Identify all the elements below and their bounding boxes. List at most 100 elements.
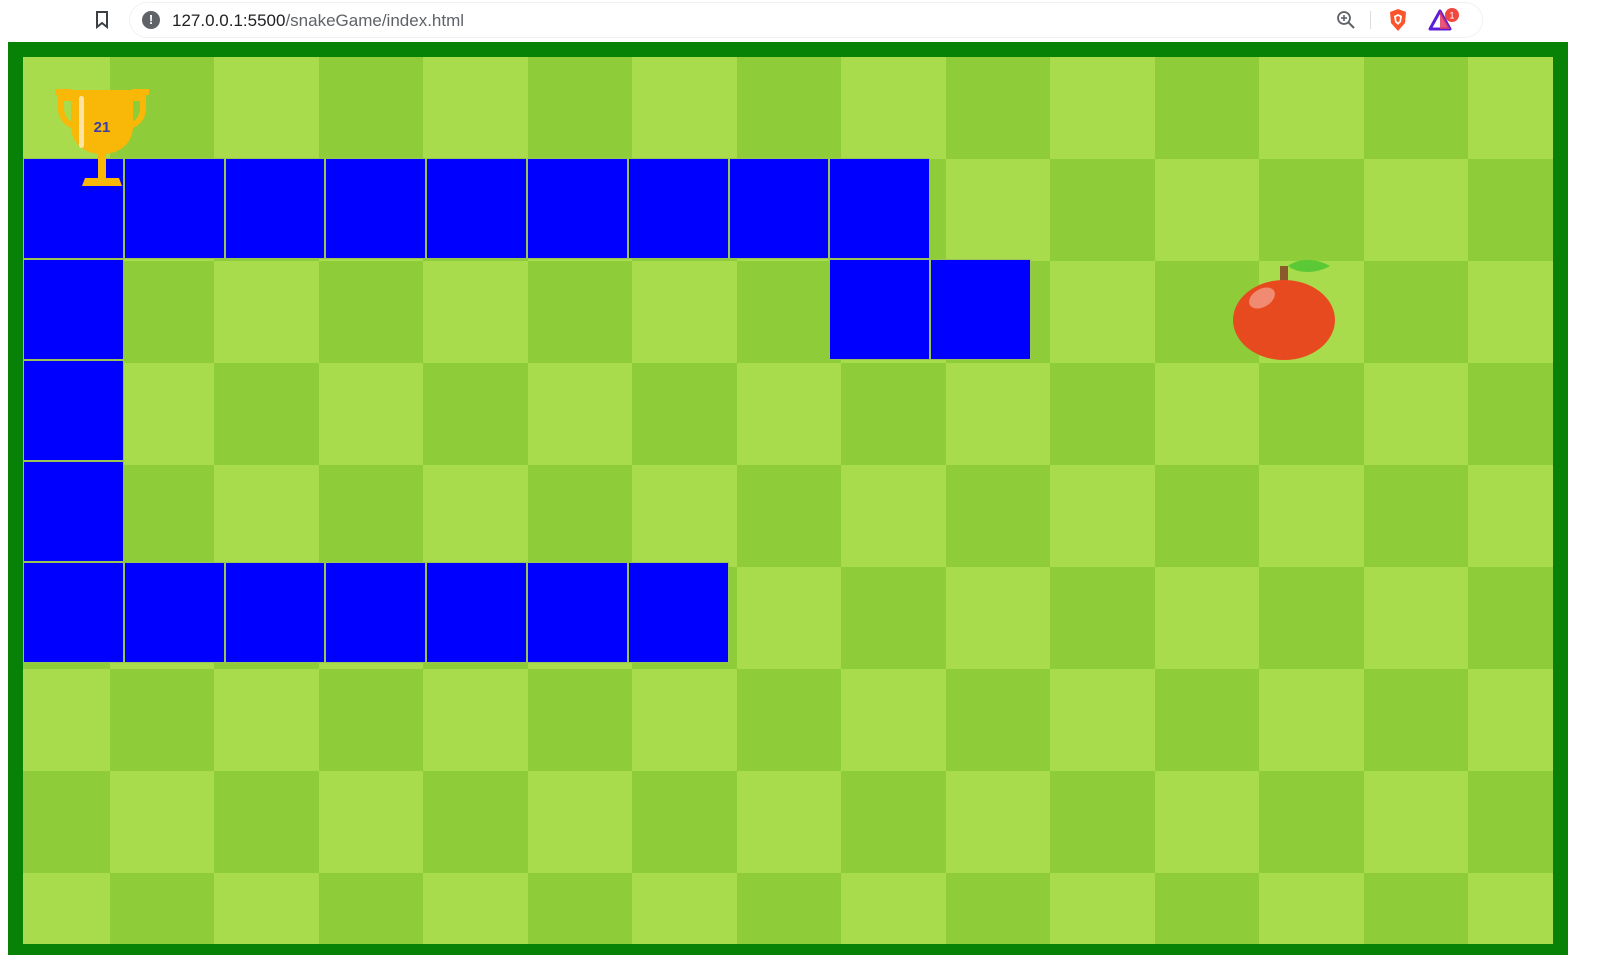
board-tile: [1259, 465, 1365, 568]
snake-segment: [829, 259, 931, 360]
board-tile: [1259, 771, 1365, 874]
board-tile: [214, 363, 320, 466]
brave-shield-icon[interactable]: [1386, 8, 1410, 32]
board-tile: [1363, 363, 1469, 466]
board-tile: [841, 873, 947, 944]
board-tile: [1050, 771, 1156, 874]
board-tile: [1050, 873, 1156, 944]
board-tile: [214, 669, 320, 772]
board-tile: [23, 669, 111, 772]
board-tile: [841, 669, 947, 772]
board-tile: [1468, 261, 1553, 364]
board-tile: [318, 771, 424, 874]
board-tile: [1050, 363, 1156, 466]
board-tile: [318, 465, 424, 568]
board-tile: [945, 57, 1051, 160]
board-tile: [214, 873, 320, 944]
board-tile: [945, 771, 1051, 874]
board-tile: [109, 363, 215, 466]
board-tile: [423, 57, 529, 160]
board-tile: [23, 771, 111, 874]
snake-segment: [627, 562, 729, 663]
board-tile: [214, 261, 320, 364]
board-tile: [1154, 771, 1260, 874]
score-value: 21: [93, 119, 111, 136]
board-tile: [1468, 159, 1553, 262]
board-tile: [1468, 771, 1553, 874]
snake-segment: [325, 158, 427, 259]
board-tile: [527, 873, 633, 944]
board-tile: [841, 465, 947, 568]
board-tile: [318, 57, 424, 160]
address-bar[interactable]: ! 127.0.0.1:5500/snakeGame/index.html 1: [130, 3, 1482, 37]
board-tile: [632, 669, 738, 772]
game-board[interactable]: [23, 57, 1553, 944]
snake-segment: [23, 360, 124, 461]
board-tile: [632, 465, 738, 568]
board-tile: [214, 465, 320, 568]
board-tile: [1363, 465, 1469, 568]
snake-segment: [627, 158, 729, 259]
board-tile: [736, 771, 842, 874]
board-tile: [736, 873, 842, 944]
brave-rewards-icon[interactable]: 1: [1428, 7, 1462, 33]
board-tile: [527, 669, 633, 772]
board-tile: [1363, 669, 1469, 772]
board-tile: [1468, 363, 1553, 466]
board-tile: [632, 261, 738, 364]
snake-segment: [930, 259, 1031, 360]
info-icon[interactable]: !: [142, 11, 160, 29]
trophy-score: 21: [49, 86, 155, 192]
board-tile: [1259, 57, 1365, 160]
snake-segment: [23, 461, 124, 562]
board-tile: [527, 771, 633, 874]
board-tile: [527, 465, 633, 568]
snake-segment: [23, 259, 124, 360]
board-tile: [736, 363, 842, 466]
board-tile: [1050, 261, 1156, 364]
apple-food: [1232, 258, 1336, 364]
board-tile: [1259, 363, 1365, 466]
url-text[interactable]: 127.0.0.1:5500/snakeGame/index.html: [172, 11, 464, 31]
board-tile: [527, 261, 633, 364]
board-tile: [1050, 669, 1156, 772]
board-tile: [214, 57, 320, 160]
board-tile: [214, 771, 320, 874]
board-tile: [1363, 159, 1469, 262]
board-tile: [736, 465, 842, 568]
board-tile: [945, 465, 1051, 568]
board-tile: [318, 261, 424, 364]
board-tile: [841, 363, 947, 466]
zoom-icon[interactable]: [1336, 10, 1356, 30]
board-tile: [318, 873, 424, 944]
board-tile: [1154, 57, 1260, 160]
board-tile: [632, 873, 738, 944]
board-tile: [1363, 567, 1469, 670]
board-tile: [1154, 669, 1260, 772]
board-tile: [23, 873, 111, 944]
board-tile: [1363, 57, 1469, 160]
board-tile: [1468, 465, 1553, 568]
board-tile: [1468, 57, 1553, 160]
bookmark-icon[interactable]: [93, 10, 111, 30]
board-tile: [1259, 159, 1365, 262]
board-tile: [318, 363, 424, 466]
toolbar-separator: [1370, 11, 1371, 29]
url-host: 127.0.0.1:5500: [172, 11, 286, 30]
board-tile: [109, 873, 215, 944]
board-tile: [423, 669, 529, 772]
snake-segment: [527, 562, 628, 663]
board-tile: [945, 567, 1051, 670]
board-tile: [1154, 567, 1260, 670]
board-tile: [1363, 261, 1469, 364]
board-tile: [109, 261, 215, 364]
snake-segment: [123, 562, 225, 663]
snake-segment: [728, 158, 830, 259]
url-path: /snakeGame/index.html: [285, 11, 465, 30]
board-tile: [736, 669, 842, 772]
snake-segment: [325, 562, 427, 663]
board-tile: [1050, 159, 1156, 262]
board-tile: [841, 57, 947, 160]
rewards-badge: 1: [1449, 11, 1454, 21]
snake-segment: [23, 562, 124, 663]
